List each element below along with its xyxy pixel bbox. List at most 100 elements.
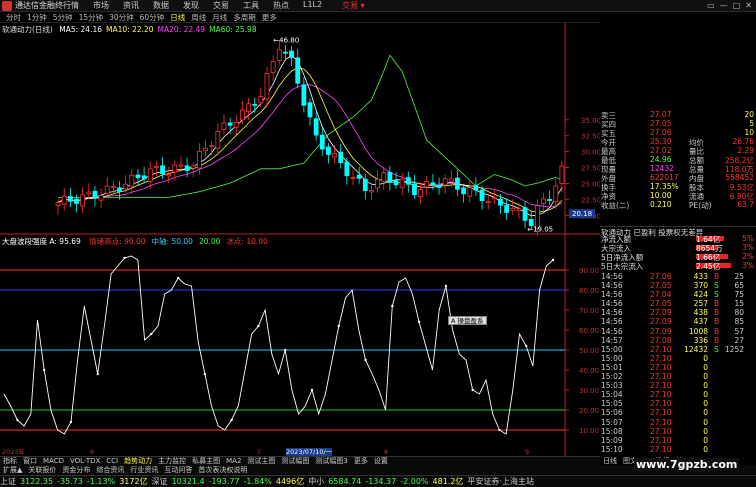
period-tab-2[interactable]: 5分钟 [53, 12, 73, 23]
oscillator-point [391, 304, 394, 308]
indicator-popup-button[interactable]: A 操盘盈系 [448, 316, 487, 325]
app-logo-icon [2, 0, 12, 11]
menu-item-4[interactable]: 发现 [183, 0, 199, 11]
period-toolbar: 分时 1分钟 5分钟 15分钟 30分钟 60分钟 日线 周线 月线 多周期 更多 [0, 12, 600, 23]
tick-list[interactable]: 14:56 27.06 433 B 25 14:56 27.05 370 S 65 14:56 27.… [600, 272, 756, 454]
side-tab-0[interactable]: 日线 [600, 456, 620, 466]
osc-scale-label: 30.00 [579, 387, 599, 395]
oscillator-point [16, 418, 19, 422]
tick-count: 25 [734, 272, 744, 281]
window-button-1[interactable]: — [720, 1, 728, 10]
quote-value2: 63.7 [737, 200, 754, 209]
status-item: -193.77 [208, 477, 240, 486]
period-tab-4[interactable]: 30分钟 [109, 12, 134, 23]
quote-vol: 5 [749, 119, 754, 128]
status-item: -2.00% [400, 477, 429, 486]
window-button-3[interactable]: ✕ [745, 1, 752, 10]
period-tab-9[interactable]: 多周期 [233, 12, 256, 23]
candle-body [424, 181, 430, 188]
extension-tab-1[interactable]: 关联报价 [25, 465, 59, 475]
tick-side: B [714, 272, 720, 281]
tick-price: 27.10 [650, 399, 672, 409]
period-tab-6[interactable]: 日线 [170, 12, 185, 23]
oscillator-point [498, 428, 501, 432]
window-button-0[interactable]: ▭ [707, 1, 715, 10]
title-bar: 通达信金融终端 行情 市场 资讯 数据 发现 交易 工具 热点 L1L2 交易 ▾ ▭ — □ ✕ [0, 0, 756, 12]
status-item: 深证 [151, 477, 168, 486]
candle-body [196, 150, 202, 169]
candle-body [178, 164, 184, 167]
menu-item-5[interactable]: 交易 [213, 0, 229, 11]
tick-vol: 0 [703, 399, 708, 409]
extension-tab-6[interactable]: 首次表决权说明 [195, 465, 250, 475]
quote-panel: 卖三 27.07 20 买四 27.05 5 买五 27.06 10 今开 25.30 均价 26.76… [600, 110, 756, 227]
candle-body [430, 182, 436, 186]
ma-label-0: MA5: 24.16 [59, 25, 103, 34]
menu-item-1[interactable]: 市场 [93, 0, 109, 11]
tick-count: 15 [734, 299, 744, 309]
extension-tab-3[interactable]: 综合资讯 [93, 465, 127, 475]
price-scale-label: 32.50 [581, 133, 600, 141]
extension-tab-0[interactable]: 扩展▲ [0, 465, 25, 475]
trade-menu[interactable]: 交易 ▾ [342, 0, 365, 11]
menu-item-3[interactable]: 数据 [153, 0, 169, 11]
period-tab-3[interactable]: 15分钟 [79, 12, 104, 23]
extension-tab-2[interactable]: 资金分布 [59, 465, 93, 475]
tick-time: 15:03 [601, 381, 623, 391]
extension-tab-4[interactable]: 行业资讯 [127, 465, 161, 475]
candle-body [338, 151, 344, 164]
flow-row: 净流入额 1.64亿 5% [600, 234, 756, 244]
period-tab-8[interactable]: 月线 [212, 12, 227, 23]
candle-body [307, 102, 313, 118]
quote-row: 买四 27.05 5 [600, 119, 756, 129]
candle-body [516, 208, 522, 212]
candle-body [264, 73, 270, 100]
period-tab-1[interactable]: 1分钟 [27, 12, 47, 23]
low-label: ←19.05 [527, 225, 553, 233]
quote-value: 27.02 [650, 146, 672, 155]
candle-body [547, 199, 553, 201]
oscillator-point [69, 420, 73, 424]
period-tab-0[interactable]: 分时 [6, 12, 21, 23]
candle-body [246, 103, 251, 112]
oscillator-point [123, 256, 126, 260]
candle-body [350, 177, 356, 179]
candle-body [491, 197, 497, 200]
date-label: 2023年 [2, 447, 26, 456]
candle-body [369, 190, 374, 193]
candle-body [455, 177, 460, 190]
ma-label-2: MA20: 22.49 [157, 25, 206, 34]
candle-body [240, 109, 245, 121]
tick-price: 27.08 [650, 335, 672, 345]
menu-item-7[interactable]: 热点 [273, 0, 289, 11]
candle-body [541, 198, 546, 204]
extension-tab-5[interactable]: 互动问答 [161, 465, 195, 475]
tick-time: 15:09 [601, 435, 623, 445]
quote-value: 622017 [650, 173, 679, 182]
tick-time: 15:04 [601, 390, 623, 400]
period-tab-7[interactable]: 周线 [191, 12, 206, 23]
tick-row: 15:06 27.10 0 [600, 408, 756, 417]
menu-item-6[interactable]: 工具 [243, 0, 259, 11]
tick-vol: 0 [703, 417, 708, 427]
period-tab-5[interactable]: 60分钟 [140, 12, 165, 23]
tick-price: 27.04 [650, 290, 672, 300]
tick-time: 15:05 [601, 399, 623, 409]
app-name: 通达信金融终端 [15, 1, 63, 10]
tick-time: 15:06 [601, 408, 623, 418]
period-tab-10[interactable]: 更多 [262, 12, 277, 23]
candle-body [80, 194, 86, 207]
oscillator-point [150, 332, 153, 336]
tick-row: 15:00 27.10 0 [600, 354, 756, 363]
osc-scale-label: 80.00 [579, 287, 599, 295]
menu-item-2[interactable]: 资讯 [123, 0, 139, 11]
menu-item-0[interactable]: 行情 [63, 0, 79, 11]
stock-title: 软通动力(日线) [2, 25, 53, 34]
window-button-2[interactable]: □ [733, 1, 741, 10]
tick-vol: 0 [703, 390, 708, 400]
osc-legend-2: 20.00 [198, 237, 221, 246]
status-item: 中小 [308, 477, 325, 486]
menu-item-8[interactable]: L1L2 [303, 0, 322, 11]
osc-scale-label: 20.00 [579, 407, 599, 415]
tick-price: 27.10 [650, 353, 672, 363]
